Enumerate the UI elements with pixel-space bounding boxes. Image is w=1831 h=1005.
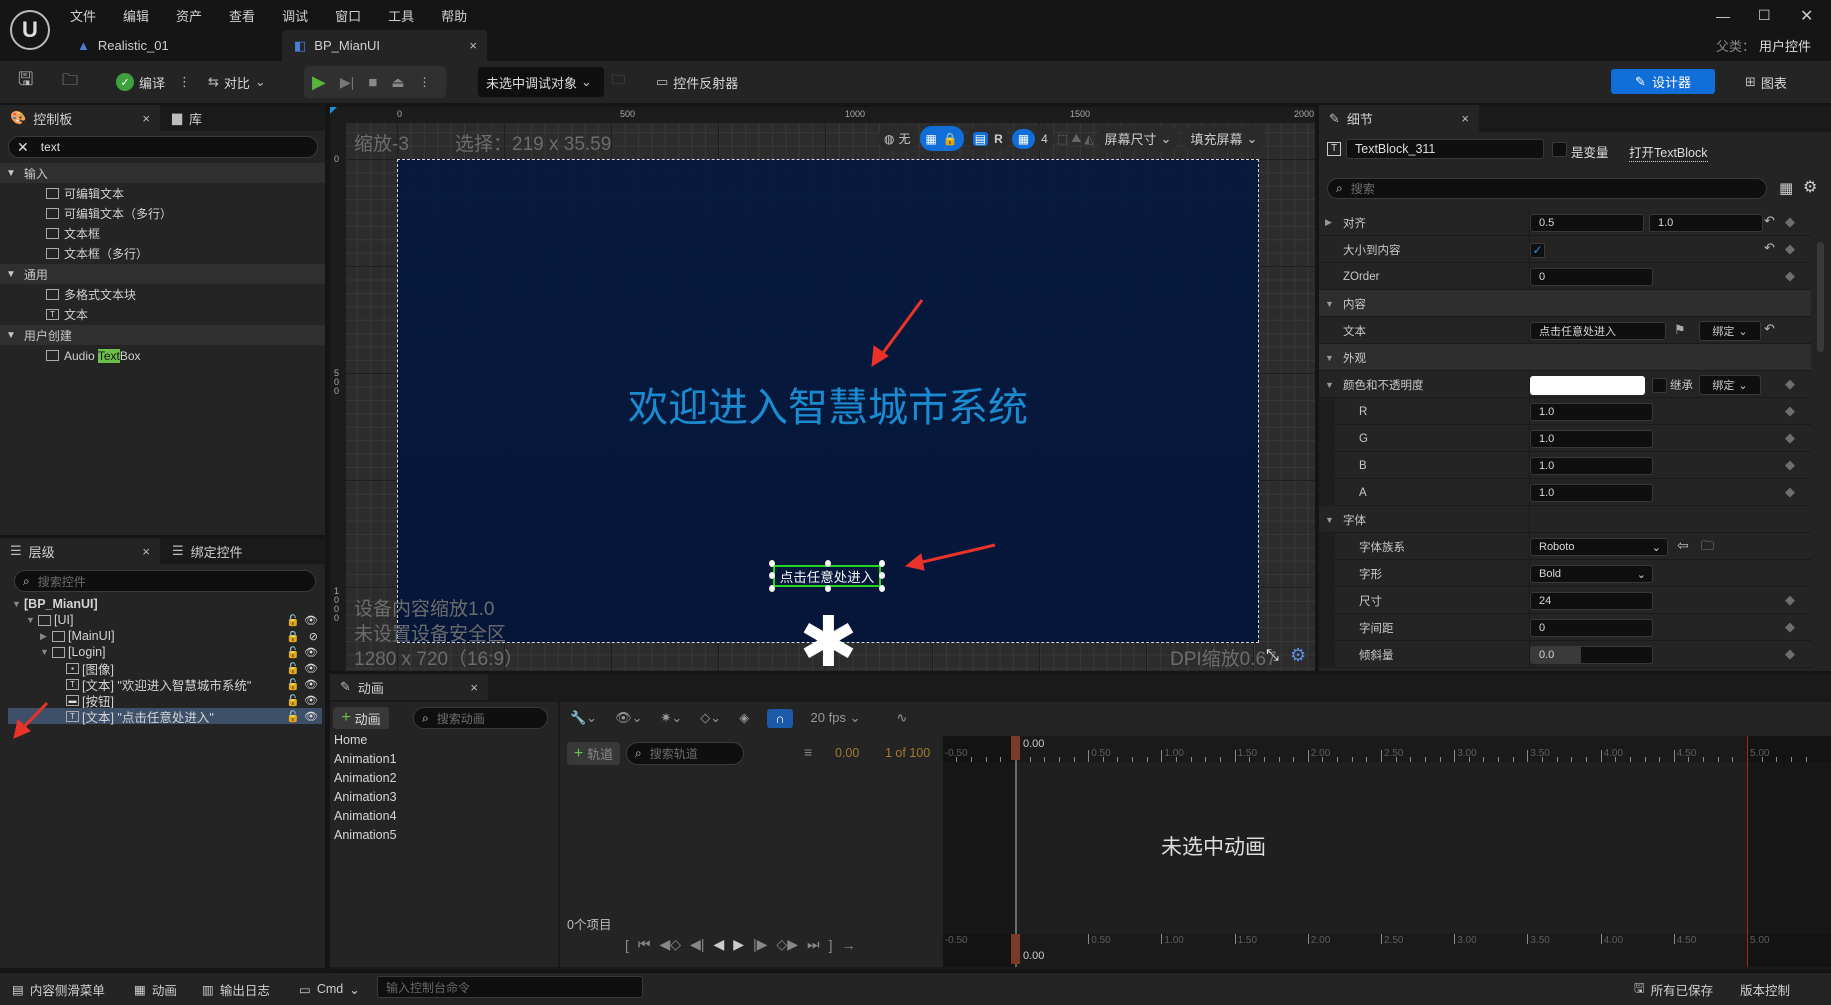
annotation-arrow-button xyxy=(917,543,996,565)
annotation-arrows xyxy=(13,299,996,739)
annotation-arrow-title xyxy=(878,299,924,358)
annotation-arrowhead xyxy=(904,553,925,571)
